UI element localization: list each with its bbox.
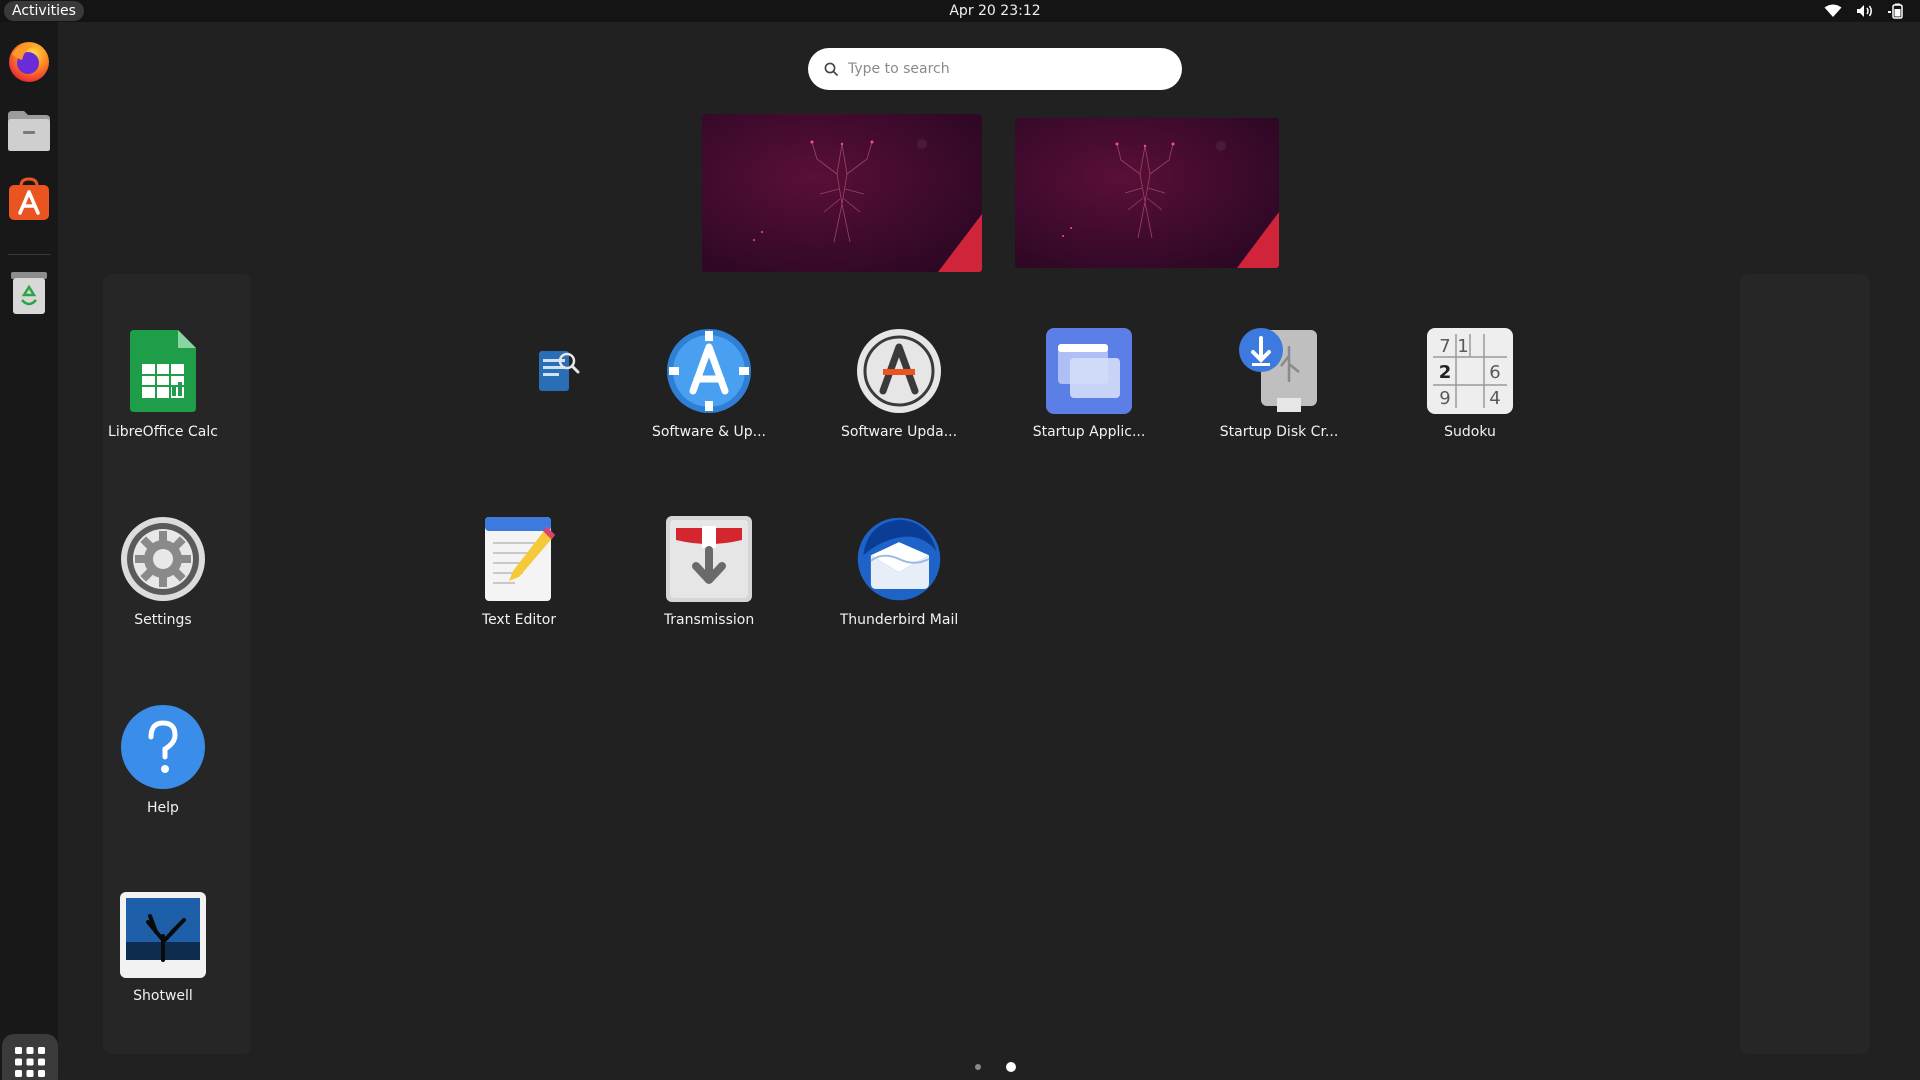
app-software-updates[interactable]: Software & Up...: [634, 326, 784, 456]
dock-files[interactable]: [4, 106, 54, 156]
app-label: Shotwell: [133, 988, 193, 1004]
dock: [0, 22, 58, 1080]
app-startup-applications[interactable]: Startup Applic...: [1014, 326, 1164, 456]
top-bar: Activities Apr 20 23:12: [0, 0, 1920, 22]
sudoku-digit: 6: [1489, 362, 1500, 383]
workspace-thumbnail-2[interactable]: [1015, 118, 1279, 268]
files-icon: [8, 111, 50, 151]
sudoku-digit: 2: [1439, 362, 1452, 383]
software-store-icon: [9, 177, 49, 220]
clock[interactable]: Apr 20 23:12: [949, 3, 1040, 19]
thunderbird-icon: [854, 514, 944, 604]
app-grid-icon: [15, 1047, 45, 1077]
app-label: Transmission: [663, 612, 755, 628]
page-indicator-2-active[interactable]: [1006, 1062, 1016, 1072]
startup-applications-icon: [1044, 326, 1134, 416]
transmission-icon: [664, 514, 754, 604]
sudoku-digit: 4: [1489, 388, 1500, 409]
trash-icon: [11, 272, 47, 314]
search-icon: [824, 62, 838, 76]
wallpaper-lobster-image: [1062, 141, 1279, 268]
sudoku-icon: 7 1 2 6 9 4: [1425, 326, 1515, 416]
search-bar[interactable]: [808, 48, 1182, 90]
power-icon[interactable]: [1888, 3, 1904, 19]
app-label: Help: [147, 800, 179, 816]
libreoffice-calc-icon: [118, 326, 208, 416]
app-libreoffice-calc[interactable]: LibreOffice Calc: [88, 326, 238, 456]
dock-trash[interactable]: [4, 268, 54, 318]
app-label: Settings: [134, 612, 192, 628]
next-page-pane[interactable]: [1740, 274, 1870, 1054]
software-properties-icon: [664, 326, 754, 416]
dock-firefox[interactable]: [4, 36, 54, 86]
help-question-icon: [118, 702, 208, 792]
text-editor-icon: [474, 514, 564, 604]
sudoku-digit: 9: [1439, 388, 1450, 409]
app-transmission[interactable]: Transmission: [634, 514, 784, 644]
app-label: Software Upda...: [840, 424, 958, 440]
software-updater-icon: [854, 326, 944, 416]
show-apps-button[interactable]: [2, 1034, 58, 1080]
shotwell-icon: [118, 890, 208, 980]
firefox-icon: [9, 42, 49, 82]
settings-gear-icon: [118, 514, 208, 604]
app-label: Startup Applic...: [1032, 424, 1146, 440]
app-startup-disk-creator[interactable]: Startup Disk Cr...: [1204, 326, 1354, 456]
search-input[interactable]: [848, 61, 1148, 77]
app-label: Software & Up...: [651, 424, 767, 440]
sudoku-digit: 7: [1439, 336, 1450, 357]
dock-separator: [8, 254, 50, 255]
app-help[interactable]: Help: [88, 702, 238, 832]
wifi-icon[interactable]: [1824, 4, 1842, 18]
dock-software[interactable]: [4, 174, 54, 224]
app-label: Text Editor: [481, 612, 557, 628]
wallpaper-lobster-image: [753, 139, 982, 272]
app-software-updater[interactable]: Software Upda...: [824, 326, 974, 456]
app-label: Startup Disk Cr...: [1219, 424, 1339, 440]
activities-button[interactable]: Activities: [4, 1, 84, 21]
app-label: Sudoku: [1444, 424, 1496, 440]
volume-icon[interactable]: [1856, 4, 1874, 18]
app-text-editor[interactable]: Text Editor: [444, 514, 594, 644]
sudoku-digit: 1: [1457, 336, 1468, 357]
app-thunderbird-mail[interactable]: Thunderbird Mail: [824, 514, 974, 644]
app-shotwell[interactable]: Shotwell: [88, 890, 238, 1020]
app-document-viewer[interactable]: [482, 326, 632, 456]
app-label: Thunderbird Mail: [839, 612, 959, 628]
app-settings[interactable]: Settings: [88, 514, 238, 644]
document-viewer-icon: [512, 326, 602, 416]
app-label: LibreOffice Calc: [108, 424, 218, 440]
workspace-thumbnail-1[interactable]: [702, 114, 982, 272]
page-indicator-1[interactable]: [975, 1064, 981, 1070]
system-tray[interactable]: [1824, 0, 1904, 22]
clock-wrapper: Apr 20 23:12: [0, 0, 1920, 22]
startup-disk-creator-icon: [1234, 326, 1324, 416]
app-sudoku[interactable]: 7 1 2 6 9 4 Sudoku: [1395, 326, 1545, 456]
